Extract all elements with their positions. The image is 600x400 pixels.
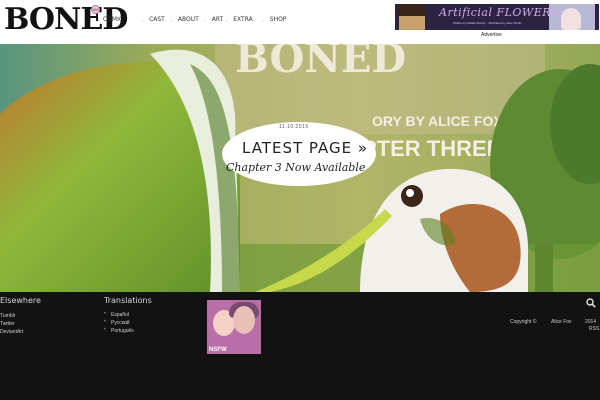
nav-art[interactable]: ART [204,12,223,32]
rss-link[interactable]: RSS [589,326,599,332]
elsewhere-link-tumblr[interactable]: Tumblr [0,313,15,319]
copyright-year: 2014 [585,319,597,325]
elsewhere-link-twitter[interactable]: Twitter [0,321,15,327]
latest-page-link[interactable]: LATEST PAGE » [242,139,368,157]
translation-link-es[interactable]: Español [111,312,129,318]
nsfw-thumbnail[interactable]: NSFW [207,300,261,354]
copyright-author[interactable]: Alice Fox [551,319,572,325]
latest-date: 11.10.2016 [279,124,309,130]
bg-title: BONED [235,44,406,82]
ad-character-right [561,8,581,30]
bullet-icon: • [104,311,107,317]
advertise-link[interactable]: Advertise [481,32,502,38]
latest-subtitle: Chapter 3 Now Available [226,161,366,174]
ad-banner[interactable]: Artificial FLOWERS Written by Dallas Mur… [395,4,599,30]
nav-shop[interactable]: SHOP [262,12,287,32]
nav-comic[interactable]: COMIC [103,12,123,32]
site-header: BONED 18+ COMIC CAST ABOUT ART EXTRA SHO… [0,0,600,44]
ad-character-left-hair [397,4,427,16]
bullet-icon: • [104,319,107,325]
translation-link-ru[interactable]: Русский [111,320,130,326]
nav-extra[interactable]: EXTRA [225,12,252,32]
age-rating-badge: 18+ [91,5,100,14]
bg-chapter: PTER THREE [362,136,501,161]
site-footer: Elsewhere Tumblr Twitter DeviantArt Tran… [0,292,600,400]
bullet-icon: • [104,327,107,333]
ad-subtitle: Written by Dallas Murray · Illustrated b… [453,21,522,25]
main-nav: COMIC CAST ABOUT ART EXTRA SHOP [103,12,286,32]
nav-about[interactable]: ABOUT [170,12,199,32]
ad-title: Artificial FLOWERS [439,6,560,19]
bg-byline: ORY BY ALICE FOX [372,113,503,129]
nsfw-label: NSFW [209,347,227,353]
elsewhere-link-deviantart[interactable]: DeviantArt [0,329,23,335]
nav-cast[interactable]: CAST [141,12,165,32]
hero-banner[interactable]: BONED ORY BY ALICE FOX PTER THREE 11.10.… [0,44,600,292]
copyright-label: Copyright © [510,319,537,325]
translation-link-pt[interactable]: Português [111,328,134,334]
thumb-character-right [233,306,255,334]
search-icon[interactable] [586,298,596,308]
elsewhere-heading: Elsewhere [0,296,41,305]
translations-heading: Translations [104,296,152,305]
